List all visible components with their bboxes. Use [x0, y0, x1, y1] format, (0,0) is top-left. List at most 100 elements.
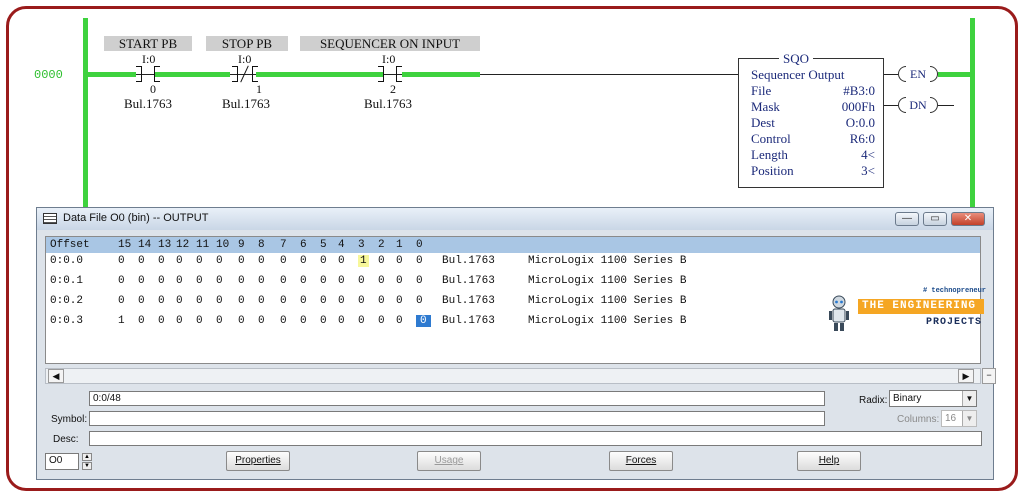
forces-button[interactable]: Forces — [609, 451, 673, 471]
bit-cell[interactable]: 0 — [416, 315, 431, 327]
bit-cell[interactable]: 0 — [280, 315, 287, 327]
bit-cell[interactable]: 0 — [196, 315, 203, 327]
bit-cell[interactable]: 0 — [176, 295, 183, 307]
bit-cell[interactable]: 0 — [280, 275, 287, 287]
bit-cell[interactable]: 0 — [300, 275, 307, 287]
dn-coil[interactable]: DN — [898, 97, 938, 113]
file-number-field[interactable]: O0 — [45, 453, 79, 470]
bit-cell[interactable]: 0 — [118, 275, 125, 287]
row-offset[interactable]: 0:0.1 — [50, 275, 83, 287]
bit-cell[interactable]: 0 — [396, 295, 403, 307]
row-offset[interactable]: 0:0.3 — [50, 315, 83, 327]
bit-cell[interactable]: 0 — [258, 315, 265, 327]
sqo-param-value[interactable]: 000Fh — [842, 99, 875, 115]
minimize-button[interactable]: — — [895, 212, 919, 226]
bit-cell[interactable]: 0 — [138, 315, 145, 327]
sqo-param-value[interactable]: #B3:0 — [843, 83, 875, 99]
bit-cell[interactable]: 0 — [216, 315, 223, 327]
split-pane-icon[interactable]: − — [982, 368, 996, 384]
bit-cell[interactable]: 0 — [358, 315, 365, 327]
bit-cell[interactable]: 0 — [378, 275, 385, 287]
bit-cell[interactable]: 0 — [320, 255, 327, 267]
bit-cell[interactable]: 0 — [216, 255, 223, 267]
bit-cell[interactable]: 0 — [258, 275, 265, 287]
symbol-field[interactable] — [89, 411, 825, 426]
sqo-param-value[interactable]: O:0.0 — [846, 115, 875, 131]
rung-number[interactable]: 0000 — [34, 68, 63, 82]
bit-cell[interactable]: 0 — [396, 315, 403, 327]
help-button[interactable]: Help — [797, 451, 861, 471]
row-offset[interactable]: 0:0.0 — [50, 255, 83, 267]
dropdown-arrow-icon[interactable]: ▼ — [962, 391, 976, 406]
desc-field[interactable] — [89, 431, 982, 446]
bit-cell[interactable]: 0 — [176, 315, 183, 327]
bit-cell[interactable]: 0 — [216, 295, 223, 307]
bit-cell[interactable]: 0 — [280, 295, 287, 307]
bit-cell[interactable]: 0 — [118, 255, 125, 267]
bit-cell[interactable]: 0 — [338, 275, 345, 287]
en-coil[interactable]: EN — [898, 66, 938, 82]
bit-cell[interactable]: 0 — [138, 295, 145, 307]
bit-cell[interactable]: 0 — [280, 255, 287, 267]
bit-cell[interactable]: 1 — [118, 315, 125, 327]
horizontal-scrollbar[interactable]: ◀ ▶ — [45, 368, 981, 384]
scroll-left-icon[interactable]: ◀ — [48, 369, 64, 383]
spin-up-icon[interactable]: ▲ — [82, 453, 92, 461]
bit-cell[interactable]: 0 — [378, 315, 385, 327]
restore-button[interactable]: ▭ — [923, 212, 947, 226]
row-device[interactable]: Bul.1763 — [442, 315, 495, 327]
row-description[interactable]: MicroLogix 1100 Series B — [528, 275, 686, 287]
row-device[interactable]: Bul.1763 — [442, 295, 495, 307]
bit-cell[interactable]: 0 — [158, 275, 165, 287]
bit-cell[interactable]: 0 — [338, 255, 345, 267]
bit-cell[interactable]: 0 — [118, 295, 125, 307]
bit-cell[interactable]: 0 — [416, 275, 423, 287]
bit-cell[interactable]: 0 — [176, 255, 183, 267]
bit-cell[interactable]: 0 — [238, 315, 245, 327]
row-offset[interactable]: 0:0.2 — [50, 295, 83, 307]
bit-cell[interactable]: 0 — [158, 315, 165, 327]
properties-button[interactable]: Properties — [226, 451, 290, 471]
bit-cell[interactable]: 0 — [358, 275, 365, 287]
spin-down-icon[interactable]: ▼ — [82, 462, 92, 470]
bit-cell[interactable]: 0 — [216, 275, 223, 287]
bit-cell[interactable]: 0 — [196, 275, 203, 287]
bit-cell[interactable]: 0 — [300, 295, 307, 307]
bit-cell[interactable]: 0 — [396, 275, 403, 287]
bit-cell[interactable]: 0 — [300, 315, 307, 327]
bit-cell[interactable]: 0 — [378, 255, 385, 267]
sqo-param-value[interactable]: 4< — [861, 147, 875, 163]
bit-cell[interactable]: 0 — [320, 315, 327, 327]
bit-cell[interactable]: 0 — [338, 315, 345, 327]
sqo-param-value[interactable]: 3< — [861, 163, 875, 179]
row-description[interactable]: MicroLogix 1100 Series B — [528, 295, 686, 307]
radix-select[interactable]: Binary ▼ — [889, 390, 977, 407]
bit-cell[interactable]: 0 — [176, 275, 183, 287]
bit-cell[interactable]: 0 — [358, 295, 365, 307]
bit-cell[interactable]: 0 — [378, 295, 385, 307]
scroll-right-icon[interactable]: ▶ — [958, 369, 974, 383]
bit-cell[interactable]: 0 — [416, 295, 423, 307]
bit-cell[interactable]: 0 — [258, 295, 265, 307]
bit-cell[interactable]: 0 — [196, 295, 203, 307]
bit-cell[interactable]: 0 — [158, 295, 165, 307]
bit-cell[interactable]: 0 — [238, 255, 245, 267]
data-grid[interactable]: Offset 15 14 13 12 11 10 9 8 7 6 5 4 3 2 1 0 0:0.0 0 0 0 0 0 0… — [45, 236, 986, 364]
close-button[interactable]: ✕ — [951, 212, 985, 226]
bit-cell[interactable]: 0 — [238, 295, 245, 307]
row-device[interactable]: Bul.1763 — [442, 275, 495, 287]
bit-cell[interactable]: 0 — [138, 275, 145, 287]
row-description[interactable]: MicroLogix 1100 Series B — [528, 315, 686, 327]
bit-cell[interactable]: 0 — [258, 255, 265, 267]
bit-cell[interactable]: 0 — [416, 255, 423, 267]
bit-cell[interactable]: 0 — [338, 295, 345, 307]
sqo-param-value[interactable]: R6:0 — [850, 131, 875, 147]
row-description[interactable]: MicroLogix 1100 Series B — [528, 255, 686, 267]
bit-cell[interactable]: 0 — [320, 295, 327, 307]
bit-cell[interactable]: 1 — [358, 255, 369, 267]
bit-cell[interactable]: 0 — [238, 275, 245, 287]
bit-cell[interactable]: 0 — [196, 255, 203, 267]
bit-cell[interactable]: 0 — [158, 255, 165, 267]
bit-cell[interactable]: 0 — [396, 255, 403, 267]
sequencer-on-input-contact[interactable]: SEQUENCER ON INPUT I:0 2 Bul.1763 — [300, 36, 560, 116]
